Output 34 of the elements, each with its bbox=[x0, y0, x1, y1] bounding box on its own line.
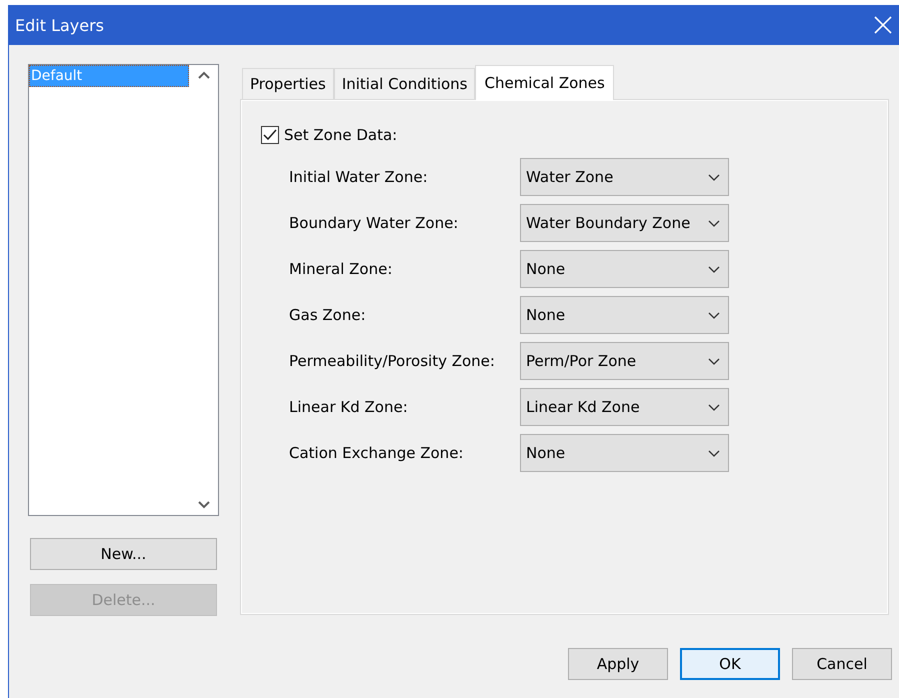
field-label: Mineral Zone: bbox=[289, 260, 394, 278]
dropdown[interactable]: None bbox=[520, 296, 729, 334]
window-title: Edit Layers bbox=[15, 16, 104, 34]
tab[interactable]: Initial Conditions bbox=[334, 68, 476, 99]
caret-icon bbox=[708, 358, 720, 364]
caret-icon bbox=[708, 404, 720, 410]
close-icon[interactable] bbox=[873, 15, 893, 35]
field-label: Gas Zone: bbox=[289, 306, 367, 324]
caret-icon bbox=[708, 450, 720, 456]
apply-button[interactable]: Apply bbox=[568, 648, 668, 680]
caret-icon bbox=[708, 266, 720, 272]
tab[interactable]: Chemical Zones bbox=[475, 65, 614, 100]
new-button[interactable]: New... bbox=[30, 538, 217, 570]
field-label: Cation Exchange Zone: bbox=[289, 444, 464, 462]
dropdown[interactable]: None bbox=[520, 434, 729, 472]
scroll-up-icon[interactable] bbox=[198, 71, 210, 79]
dropdown[interactable]: Perm/Por Zone bbox=[520, 342, 729, 380]
scroll-down-icon[interactable] bbox=[198, 501, 210, 509]
field-label: Permeability/Porosity Zone: bbox=[289, 352, 496, 370]
dropdown[interactable]: Water Boundary Zone bbox=[520, 204, 729, 242]
dropdown[interactable]: None bbox=[520, 250, 729, 288]
field-label: Initial Water Zone: bbox=[289, 168, 429, 186]
checkbox-label: Set Zone Data: bbox=[284, 126, 398, 144]
dropdown[interactable]: Water Zone bbox=[520, 158, 729, 196]
dropdown[interactable]: Linear Kd Zone bbox=[520, 388, 729, 426]
caret-icon bbox=[708, 220, 720, 226]
ok-button[interactable]: OK bbox=[680, 648, 780, 680]
caret-icon bbox=[708, 174, 720, 180]
field-label: Boundary Water Zone: bbox=[289, 214, 460, 232]
field-label: Linear Kd Zone: bbox=[289, 398, 409, 416]
caret-icon bbox=[708, 312, 720, 318]
checkbox[interactable] bbox=[261, 126, 279, 144]
tab[interactable]: Properties bbox=[242, 68, 334, 99]
cancel-button[interactable]: Cancel bbox=[792, 648, 892, 680]
